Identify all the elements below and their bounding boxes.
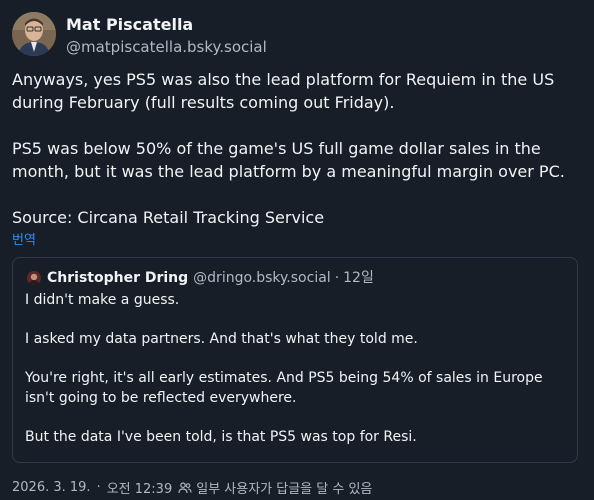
post-paragraph: Anyways, yes PS5 was also the lead platf… (12, 70, 555, 112)
quote-header: Christopher Dring @dringo.bsky.social · … (27, 269, 374, 287)
quote-paragraph: I didn't make a guess. (25, 292, 180, 308)
quote-date[interactable]: 12일 (343, 269, 374, 287)
quote-separator: · (334, 270, 340, 286)
post-time: 오전 12:39 (106, 482, 173, 497)
quote-paragraph: But the data I've been told, is that PS5… (25, 429, 417, 445)
quoted-post[interactable]: Christopher Dring @dringo.bsky.social · … (12, 257, 578, 463)
author-photo (12, 12, 56, 56)
quote-author-handle[interactable]: @dringo.bsky.social (193, 269, 331, 287)
author-avatar[interactable] (12, 12, 56, 56)
people-icon (178, 481, 192, 494)
reply-restriction[interactable]: 일부 사용자가 답글을 달 수 있음 (196, 478, 372, 497)
footer-separator: · (96, 480, 101, 495)
quote-body: I didn't make a guess. I asked my data p… (25, 290, 569, 447)
quote-avatar-image (27, 271, 41, 285)
post-paragraph: Source: Circana Retail Tracking Service (12, 208, 325, 227)
quote-author-name[interactable]: Christopher Dring (47, 269, 188, 287)
quote-author-avatar[interactable] (27, 271, 41, 285)
quote-paragraph: You're right, it's all early estimates. … (25, 370, 543, 406)
post-body: Anyways, yes PS5 was also the lead platf… (12, 68, 582, 229)
quote-paragraph: I asked my data partners. And that's wha… (25, 331, 418, 347)
translate-link[interactable]: 번역 (12, 229, 36, 248)
author-name[interactable]: Mat Piscatella (66, 15, 193, 34)
author-handle[interactable]: @matpiscatella.bsky.social (66, 38, 267, 56)
post-paragraph: PS5 was below 50% of the game's US full … (12, 139, 565, 181)
post-footer: 2026. 3. 19. · 오전 12:39 일부 사용자가 답글을 달 수 … (12, 478, 372, 497)
post-date: 2026. 3. 19. (12, 480, 91, 495)
